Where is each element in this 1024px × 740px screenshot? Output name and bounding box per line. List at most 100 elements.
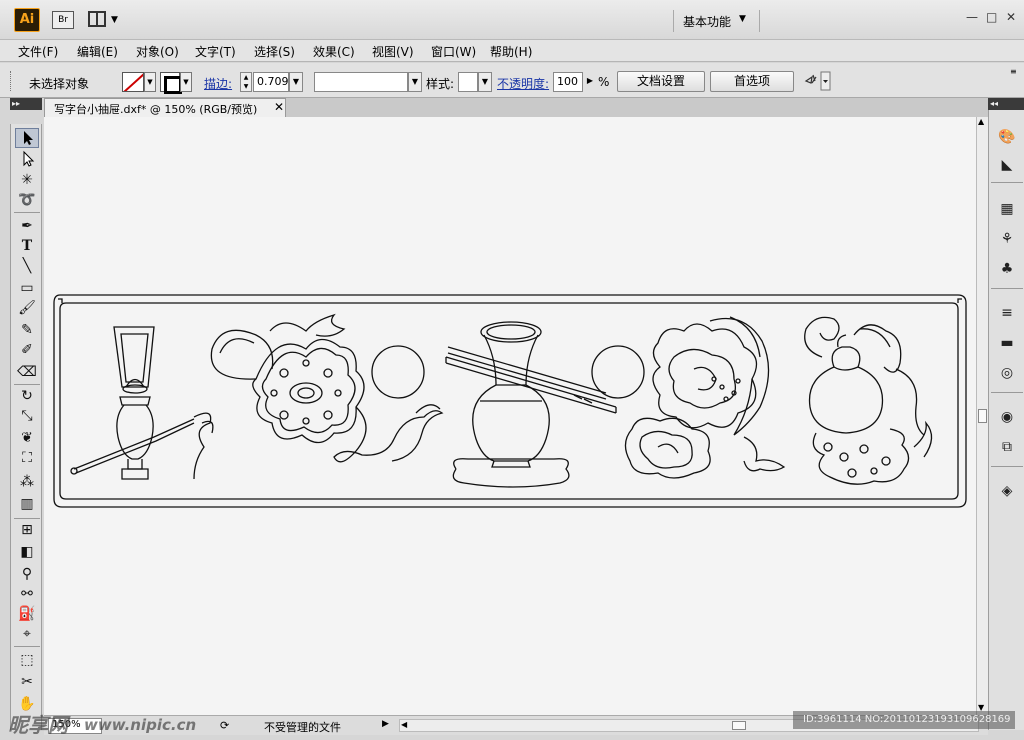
selection-tool-icon[interactable] bbox=[15, 128, 39, 148]
blend-tool-icon[interactable]: ⚯ bbox=[15, 584, 39, 604]
isolate-selected-button[interactable] bbox=[803, 71, 831, 92]
gradient-tool-icon[interactable]: ◧ bbox=[15, 542, 39, 562]
vertical-scrollbar[interactable]: ▲ ▼ bbox=[976, 117, 988, 715]
scroll-left-arrow[interactable]: ◀ bbox=[401, 720, 407, 729]
appearance-panel-icon[interactable]: ◉ bbox=[997, 408, 1017, 426]
symbols-icon[interactable]: ♣ bbox=[997, 260, 1017, 278]
lasso-tool-icon[interactable]: ➰ bbox=[15, 190, 39, 210]
arrange-documents-button[interactable]: ▼ bbox=[88, 11, 120, 29]
pen-tool-icon[interactable]: ✒ bbox=[15, 216, 39, 236]
vase-with-arrows-motif bbox=[445, 321, 617, 488]
menu-window[interactable]: 窗口(W) bbox=[431, 43, 476, 60]
brushes-icon[interactable]: ⚘ bbox=[997, 230, 1017, 248]
menu-effect[interactable]: 效果(C) bbox=[313, 43, 355, 60]
document-setup-button[interactable]: 文档设置 bbox=[617, 71, 705, 92]
transparency-panel-icon[interactable]: ◎ bbox=[997, 364, 1017, 382]
stroke-panel-icon[interactable]: ≡ bbox=[997, 304, 1017, 322]
close-tab-icon[interactable]: ✕ bbox=[274, 100, 284, 114]
column-graph-tool-icon[interactable]: ▥ bbox=[15, 494, 39, 514]
type-tool-icon[interactable]: T bbox=[15, 236, 39, 256]
menu-type[interactable]: 文字(T) bbox=[195, 43, 236, 60]
color-panel-icon[interactable]: 🎨 bbox=[997, 128, 1017, 146]
opacity-input[interactable]: 100 bbox=[553, 72, 583, 92]
status-info-icon[interactable]: ⟳ bbox=[220, 719, 229, 732]
control-panel: 未选择对象 ▼ ▼ 描边: ▲ ▼ 0.709 ▼ ▼ 样式: ▼ 不透明度: 1… bbox=[0, 63, 1024, 98]
artboard-tool-icon[interactable]: ⬚ bbox=[15, 650, 39, 670]
preferences-button[interactable]: 首选项 bbox=[710, 71, 794, 92]
toolbox-collapse-bar[interactable]: ▸▸ bbox=[10, 98, 42, 110]
blob-brush-tool-icon[interactable]: ✐ bbox=[15, 340, 39, 360]
swatches-icon[interactable]: ▦ bbox=[997, 200, 1017, 218]
line-tool-icon[interactable]: ╲ bbox=[15, 256, 39, 276]
menu-select[interactable]: 选择(S) bbox=[254, 43, 295, 60]
stroke-color-swatch[interactable] bbox=[122, 72, 144, 92]
horizontal-scroll-thumb[interactable] bbox=[732, 721, 746, 730]
graphic-style-dropdown[interactable]: ▼ bbox=[478, 72, 492, 92]
brush-definition-dropdown[interactable]: ▼ bbox=[408, 72, 422, 92]
divider bbox=[991, 392, 1023, 393]
divider bbox=[14, 212, 40, 213]
stroke-label[interactable]: 描边: bbox=[204, 75, 232, 92]
close-window-button[interactable]: ✕ bbox=[1006, 10, 1016, 24]
graphic-style-swatch[interactable] bbox=[458, 72, 478, 92]
artboard-canvas[interactable] bbox=[44, 117, 976, 715]
magic-wand-tool-icon[interactable]: ✳ bbox=[15, 170, 39, 190]
live-paint-bucket-tool-icon[interactable]: ⛽ bbox=[15, 604, 39, 624]
menu-view[interactable]: 视图(V) bbox=[372, 43, 414, 60]
chevron-down-icon[interactable]: ▼ bbox=[739, 14, 746, 24]
live-paint-selection-tool-icon[interactable]: ⌖ bbox=[15, 624, 39, 644]
panel-grip[interactable] bbox=[10, 71, 13, 91]
style-label: 样式: bbox=[426, 77, 455, 91]
layers-panel-icon[interactable]: ◈ bbox=[997, 482, 1017, 500]
fill-color-dropdown[interactable]: ▼ bbox=[180, 72, 192, 92]
document-tab-bar: 写字台小抽屉.dxf* @ 150% (RGB/预览) ✕ bbox=[44, 98, 988, 117]
color-guide-icon[interactable]: ◣ bbox=[997, 156, 1017, 174]
symbol-sprayer-tool-icon[interactable]: ⁂ bbox=[15, 472, 39, 492]
workspace-switcher[interactable]: 基本功能 bbox=[683, 13, 731, 30]
eraser-tool-icon[interactable]: ⌫ bbox=[15, 362, 39, 382]
file-status-text[interactable]: 不受管理的文件 bbox=[264, 719, 341, 735]
watermark-id: ID:3961114 NO:20110123193109628169 bbox=[793, 711, 1015, 729]
stroke-weight-stepper[interactable]: ▲ ▼ bbox=[240, 72, 252, 92]
maximize-button[interactable]: □ bbox=[986, 10, 997, 24]
opacity-label[interactable]: 不透明度: bbox=[497, 75, 549, 92]
menu-file[interactable]: 文件(F) bbox=[18, 43, 58, 60]
menu-help[interactable]: 帮助(H) bbox=[490, 43, 532, 60]
slice-tool-icon[interactable]: ✂ bbox=[15, 672, 39, 692]
mesh-tool-icon[interactable]: ⊞ bbox=[15, 520, 39, 540]
minimize-button[interactable]: — bbox=[966, 10, 978, 24]
status-menu-arrow[interactable]: ▶ bbox=[382, 719, 389, 729]
gradient-panel-icon[interactable]: ▬ bbox=[997, 334, 1017, 352]
vertical-scroll-thumb[interactable] bbox=[978, 409, 987, 423]
selection-status: 未选择对象 bbox=[29, 77, 90, 91]
scroll-up-arrow[interactable]: ▲ bbox=[978, 117, 984, 126]
menu-edit[interactable]: 编辑(E) bbox=[77, 43, 118, 60]
direct-selection-tool-icon[interactable] bbox=[15, 150, 39, 170]
free-transform-tool-icon[interactable]: ⛶ bbox=[15, 448, 39, 468]
tools-panel: ✳ ➰ ✒ T ╲ ▭ 🖌 ✎ ✐ ⌫ ↻ ⤡ ❦ ⛶ ⁂ ▥ ⊞ ◧ ⚲ ⚯ … bbox=[10, 124, 42, 730]
paintbrush-tool-icon[interactable]: 🖌 bbox=[15, 298, 39, 318]
rotate-tool-icon[interactable]: ↻ bbox=[15, 386, 39, 406]
panel-menu-icon[interactable]: ≡ bbox=[1010, 67, 1017, 76]
stroke-weight-input[interactable]: 0.709 bbox=[253, 72, 289, 92]
eyedropper-tool-icon[interactable]: ⚲ bbox=[15, 564, 39, 584]
fill-color-swatch[interactable] bbox=[160, 72, 182, 94]
lotus-leaf-motif bbox=[624, 316, 786, 479]
dock-collapse-bar[interactable]: ◂◂ bbox=[988, 98, 1024, 110]
watermark-url: www.nipic.cn bbox=[84, 716, 197, 734]
brush-definition-field[interactable] bbox=[314, 72, 408, 92]
pencil-tool-icon[interactable]: ✎ bbox=[15, 320, 39, 340]
warp-tool-icon[interactable]: ❦ bbox=[15, 428, 39, 448]
scale-tool-icon[interactable]: ⤡ bbox=[15, 406, 39, 426]
stroke-color-dropdown[interactable]: ▼ bbox=[144, 72, 156, 92]
ruyi-pendant-motif bbox=[210, 313, 444, 463]
bridge-button[interactable]: Br bbox=[52, 11, 74, 29]
rectangle-tool-icon[interactable]: ▭ bbox=[15, 278, 39, 298]
opacity-arrow[interactable]: ▶ bbox=[583, 72, 597, 92]
document-tab[interactable]: 写字台小抽屉.dxf* @ 150% (RGB/预览) ✕ bbox=[44, 98, 286, 117]
divider bbox=[14, 384, 40, 385]
divider bbox=[991, 466, 1023, 467]
graphic-styles-icon[interactable]: ⧉ bbox=[997, 438, 1017, 456]
menu-object[interactable]: 对象(O) bbox=[136, 43, 179, 60]
stroke-weight-dropdown[interactable]: ▼ bbox=[289, 72, 303, 92]
